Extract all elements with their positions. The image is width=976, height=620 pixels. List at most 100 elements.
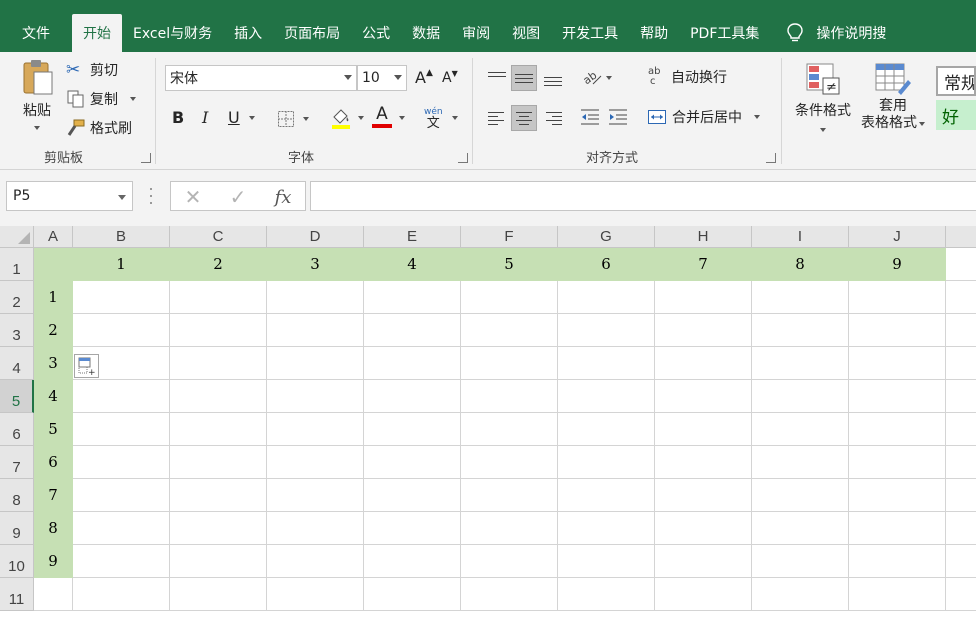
- font-size-select[interactable]: 10: [357, 65, 407, 91]
- font-color-button[interactable]: A: [372, 105, 392, 128]
- cell-i1[interactable]: 8: [752, 248, 849, 281]
- cell-c4[interactable]: [170, 347, 267, 380]
- wrap-text-button[interactable]: ab c 自动换行: [648, 67, 727, 87]
- cell-h4[interactable]: [655, 347, 752, 380]
- row-header-6[interactable]: 6: [0, 413, 34, 446]
- cell-c9[interactable]: [170, 512, 267, 545]
- cell-h2[interactable]: [655, 281, 752, 314]
- cell-k11[interactable]: [946, 578, 976, 611]
- cell-g2[interactable]: [558, 281, 655, 314]
- format-table-dropdown-arrow[interactable]: [919, 121, 925, 126]
- name-box[interactable]: P5: [6, 181, 133, 211]
- cancel-icon[interactable]: ✕: [179, 185, 207, 209]
- cell-i10[interactable]: [752, 545, 849, 578]
- cell-style-normal[interactable]: 常规: [936, 66, 976, 96]
- merge-dropdown-arrow[interactable]: [754, 115, 760, 119]
- cell-b9[interactable]: [73, 512, 170, 545]
- cell-a9[interactable]: 8: [34, 512, 73, 545]
- column-header-j[interactable]: J: [849, 226, 946, 248]
- cell-h11[interactable]: [655, 578, 752, 611]
- cell-j10[interactable]: [849, 545, 946, 578]
- cell-b2[interactable]: [73, 281, 170, 314]
- cell-j4[interactable]: [849, 347, 946, 380]
- cell-e9[interactable]: [364, 512, 461, 545]
- cell-a5[interactable]: 4: [34, 380, 73, 413]
- cell-f10[interactable]: [461, 545, 558, 578]
- cell-f3[interactable]: [461, 314, 558, 347]
- enter-icon[interactable]: ✓: [224, 185, 252, 209]
- cell-b5[interactable]: [73, 380, 170, 413]
- row-header-4[interactable]: 4: [0, 347, 34, 380]
- cell-f6[interactable]: [461, 413, 558, 446]
- orientation-dropdown-arrow[interactable]: [606, 76, 612, 80]
- cell-c2[interactable]: [170, 281, 267, 314]
- cell-d2[interactable]: [267, 281, 364, 314]
- cell-f1[interactable]: 5: [461, 248, 558, 281]
- row-header-11[interactable]: 11: [0, 578, 34, 611]
- column-header-b[interactable]: B: [73, 226, 170, 248]
- cell-b3[interactable]: [73, 314, 170, 347]
- formula-input[interactable]: [310, 181, 976, 211]
- cell-a2[interactable]: 1: [34, 281, 73, 314]
- column-header-e[interactable]: E: [364, 226, 461, 248]
- cell-k8[interactable]: [946, 479, 976, 512]
- cell-g8[interactable]: [558, 479, 655, 512]
- cell-h3[interactable]: [655, 314, 752, 347]
- cell-g5[interactable]: [558, 380, 655, 413]
- cell-h8[interactable]: [655, 479, 752, 512]
- cell-e4[interactable]: [364, 347, 461, 380]
- cell-e6[interactable]: [364, 413, 461, 446]
- cell-c11[interactable]: [170, 578, 267, 611]
- cell-h6[interactable]: [655, 413, 752, 446]
- column-header-h[interactable]: H: [655, 226, 752, 248]
- cell-j7[interactable]: [849, 446, 946, 479]
- align-left-button[interactable]: [484, 105, 510, 131]
- row-header-10[interactable]: 10: [0, 545, 34, 578]
- column-header-a[interactable]: A: [34, 226, 73, 248]
- tab-insert[interactable]: 插入: [223, 14, 273, 52]
- conditional-formatting-button[interactable]: ≠ 条件格式: [790, 62, 856, 132]
- format-painter-button[interactable]: 格式刷: [66, 118, 132, 138]
- cell-d3[interactable]: [267, 314, 364, 347]
- tell-me-search[interactable]: 操作说明搜: [770, 14, 886, 52]
- cell-k2[interactable]: [946, 281, 976, 314]
- cell-i3[interactable]: [752, 314, 849, 347]
- cell-g1[interactable]: 6: [558, 248, 655, 281]
- cell-i4[interactable]: [752, 347, 849, 380]
- cell-j5[interactable]: [849, 380, 946, 413]
- tab-data[interactable]: 数据: [401, 14, 451, 52]
- cell-e3[interactable]: [364, 314, 461, 347]
- bold-button[interactable]: B: [172, 108, 184, 127]
- cell-a4[interactable]: 3: [34, 347, 73, 380]
- tab-review[interactable]: 审阅: [451, 14, 501, 52]
- cell-e2[interactable]: [364, 281, 461, 314]
- cell-h1[interactable]: 7: [655, 248, 752, 281]
- row-header-7[interactable]: 7: [0, 446, 34, 479]
- cell-k6[interactable]: [946, 413, 976, 446]
- underline-dropdown-arrow[interactable]: [248, 115, 255, 120]
- cell-h7[interactable]: [655, 446, 752, 479]
- cell-g3[interactable]: [558, 314, 655, 347]
- cell-i8[interactable]: [752, 479, 849, 512]
- alignment-dialog-launcher[interactable]: [766, 153, 776, 163]
- cell-a11[interactable]: [34, 578, 73, 611]
- cell-k5[interactable]: [946, 380, 976, 413]
- cell-k7[interactable]: [946, 446, 976, 479]
- cell-c5[interactable]: [170, 380, 267, 413]
- cell-g9[interactable]: [558, 512, 655, 545]
- align-center-button[interactable]: [511, 105, 537, 131]
- copy-dropdown-arrow[interactable]: [130, 97, 136, 101]
- conditional-dropdown-arrow[interactable]: [820, 128, 826, 132]
- increase-indent-button[interactable]: [607, 108, 629, 126]
- cell-c7[interactable]: [170, 446, 267, 479]
- cell-f9[interactable]: [461, 512, 558, 545]
- column-header-d[interactable]: D: [267, 226, 364, 248]
- font-dialog-launcher[interactable]: [458, 153, 468, 163]
- format-as-table-button[interactable]: 套用 表格格式: [856, 62, 930, 132]
- cell-c1[interactable]: 2: [170, 248, 267, 281]
- cell-a10[interactable]: 9: [34, 545, 73, 578]
- cell-h10[interactable]: [655, 545, 752, 578]
- cell-h5[interactable]: [655, 380, 752, 413]
- borders-dropdown-arrow[interactable]: [303, 117, 309, 121]
- cell-f7[interactable]: [461, 446, 558, 479]
